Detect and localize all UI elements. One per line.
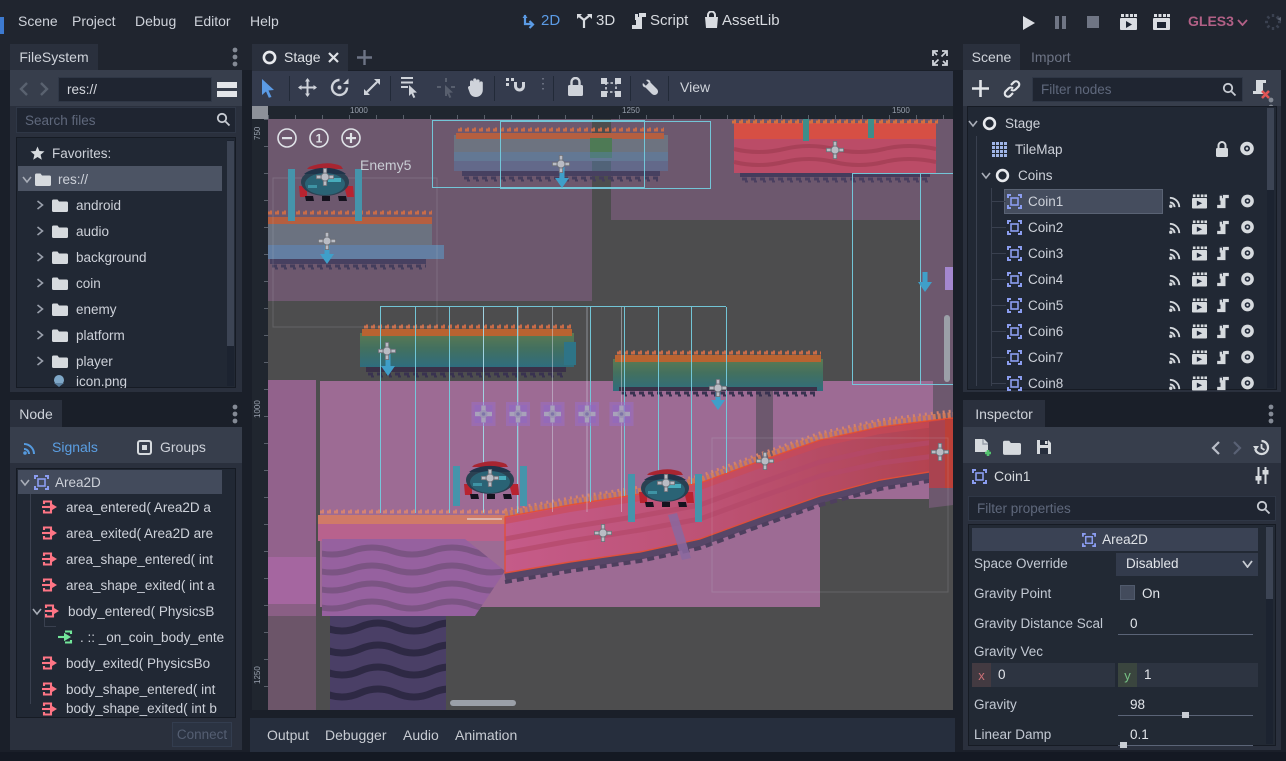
svg-text:1: 1 <box>316 132 323 146</box>
svg-text:Enemy5: Enemy5 <box>360 157 412 173</box>
